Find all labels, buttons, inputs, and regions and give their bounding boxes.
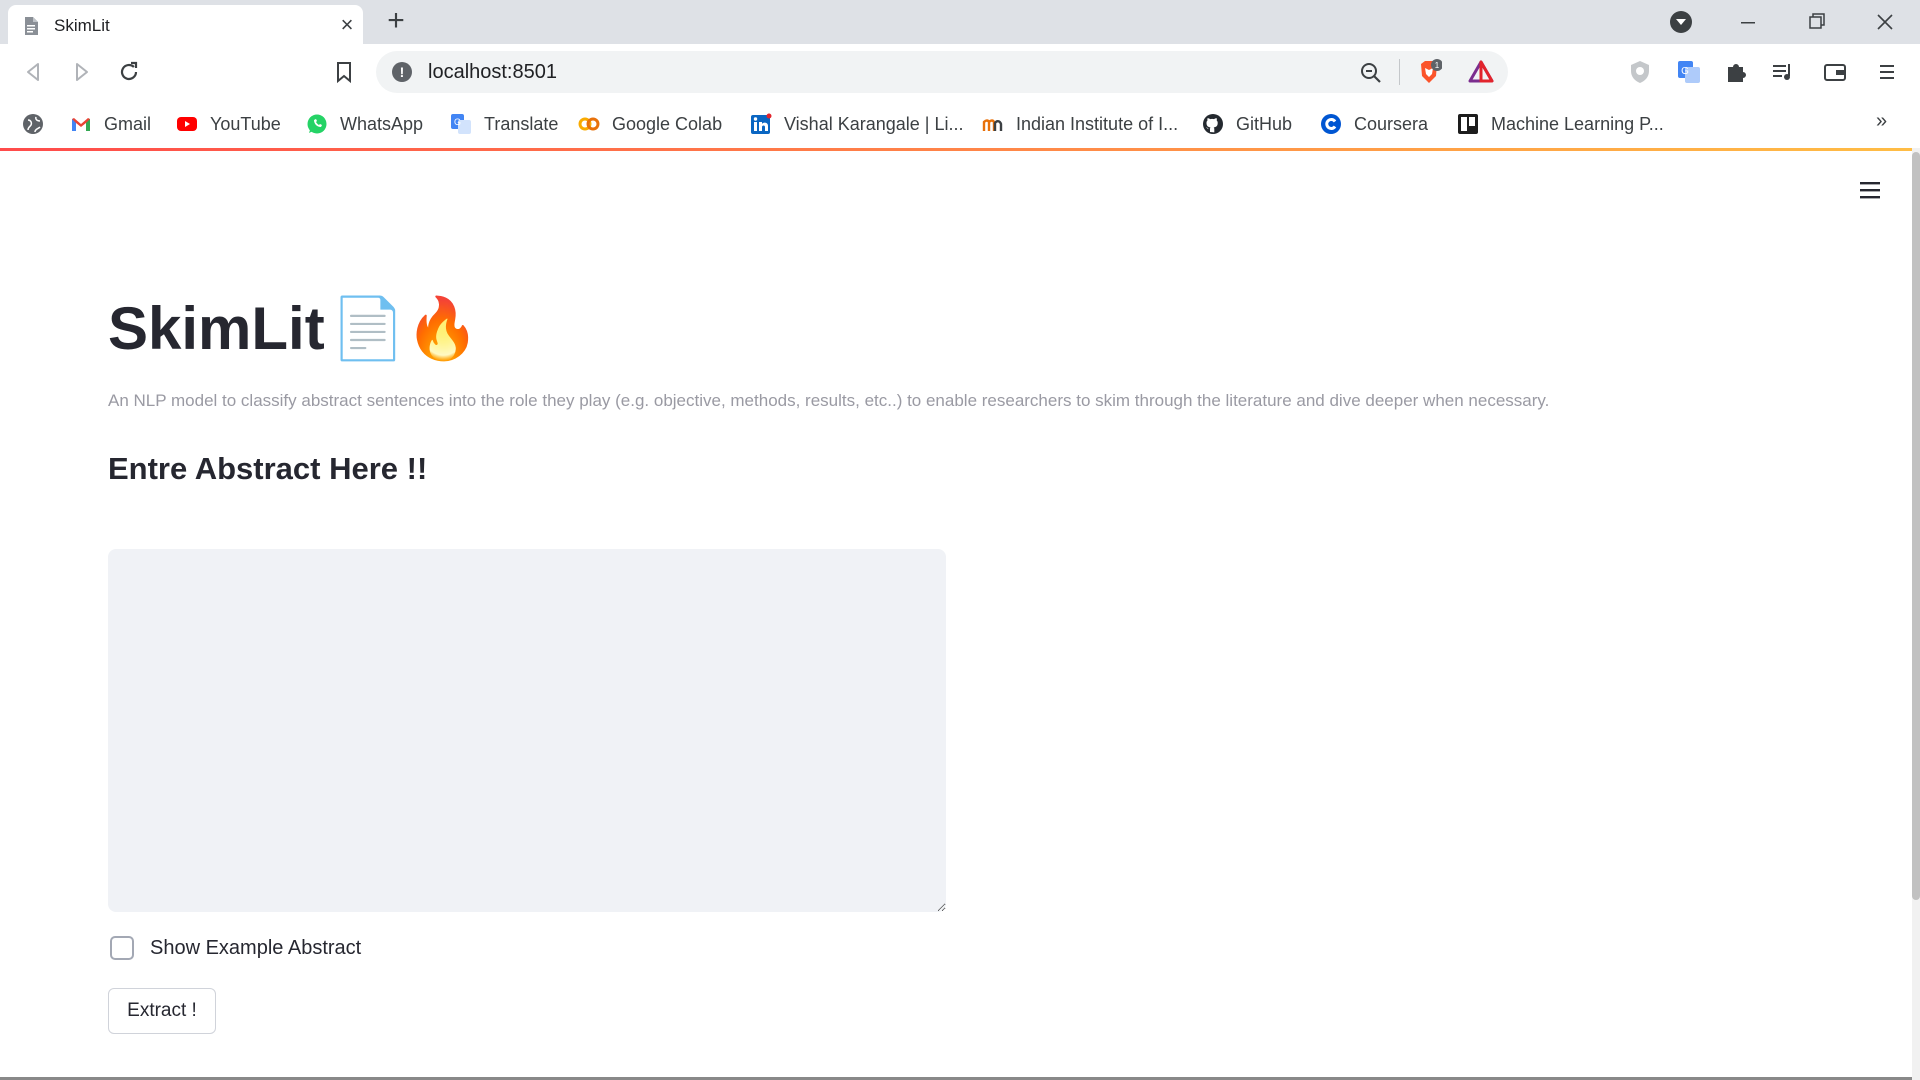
document-favicon-icon (25, 17, 38, 35)
tab-search-icon[interactable] (1666, 8, 1696, 36)
abstract-heading: Entre Abstract Here !! (108, 451, 428, 486)
bookmark-google-colab[interactable]: Google Colab (578, 110, 722, 138)
wallet-icon[interactable] (1822, 59, 1848, 85)
abstract-textarea[interactable] (108, 549, 946, 912)
extensions-puzzle-icon[interactable] (1724, 59, 1750, 85)
bookmark-linkedin[interactable]: Vishal Karangale | Li... (750, 110, 963, 138)
omnibox-separator (1399, 59, 1400, 85)
forward-icon[interactable] (67, 58, 95, 86)
bookmark-icon[interactable] (330, 58, 358, 86)
app-title-text: SkimLit (108, 295, 325, 362)
back-icon[interactable] (20, 58, 48, 86)
bookmark-label: YouTube (210, 113, 281, 134)
url-text[interactable]: localhost:8501 (428, 61, 557, 84)
app-menu-icon[interactable] (1858, 178, 1882, 202)
bookmark-github[interactable]: GitHub (1202, 110, 1292, 138)
bookmark-label: Translate (484, 113, 559, 134)
bookmark-label: Coursera (1354, 113, 1429, 134)
bookmark-label: Machine Learning P... (1491, 113, 1664, 134)
address-bar[interactable]: ! localhost:8501 1 (376, 51, 1508, 93)
bookmark-label: Google Colab (612, 113, 723, 134)
brave-badge-count: 1 (1435, 61, 1440, 70)
media-playlist-icon[interactable] (1770, 59, 1796, 85)
linkedin-icon (751, 113, 772, 134)
bookmark-label: Vishal Karangale | Li... (784, 113, 964, 134)
bookmark-gmail[interactable]: Gmail (70, 110, 151, 138)
svg-text:G: G (1681, 66, 1689, 77)
zoom-icon[interactable] (1359, 61, 1383, 85)
site-info-icon[interactable]: ! (392, 62, 412, 82)
bookmark-label: WhatsApp (340, 113, 424, 134)
shield-extension-icon[interactable] (1627, 59, 1653, 85)
tab-close-icon[interactable]: × (336, 14, 358, 36)
browser-toolbar: ! localhost:8501 1 G (0, 44, 1920, 100)
browser-tab[interactable]: SkimLit × (8, 5, 363, 44)
github-icon (1203, 114, 1223, 134)
google-translate-extension-icon[interactable]: G (1676, 59, 1702, 85)
show-example-checkbox[interactable] (110, 936, 134, 960)
bookmark-youtube[interactable]: YouTube (176, 110, 281, 138)
title-emoji: 📄🔥 (330, 295, 481, 362)
app-page: SkimLit 📄🔥 An NLP model to classify abst… (0, 151, 1912, 1080)
coursera-icon (1321, 114, 1341, 134)
app-description: An NLP model to classify abstract senten… (108, 391, 1550, 410)
tab-title: SkimLit (54, 16, 110, 35)
bookmark-whatsapp[interactable]: WhatsApp (306, 110, 423, 138)
bookmark-label: GitHub (1236, 113, 1293, 134)
page-title: SkimLit 📄🔥 (108, 293, 480, 364)
show-example-label: Show Example Abstract (150, 936, 362, 959)
scrollbar-thumb[interactable] (1912, 152, 1920, 900)
bookmark-translate[interactable]: G Translate (450, 110, 558, 138)
colab-icon (578, 117, 600, 131)
brave-rewards-icon[interactable] (1468, 59, 1494, 85)
new-tab-icon[interactable]: + (382, 6, 410, 36)
bookmark-machine-learning[interactable]: Machine Learning P... (1457, 110, 1664, 138)
globe-icon (23, 114, 43, 134)
institute-icon (982, 119, 1003, 131)
bookmark-label: Indian Institute of I... (1016, 113, 1179, 134)
svg-text:G: G (454, 117, 461, 127)
browser-menu-icon[interactable] (1874, 59, 1900, 85)
extract-button[interactable]: Extract ! (108, 988, 216, 1034)
translate-icon: G (451, 114, 471, 134)
gmail-icon (72, 118, 90, 131)
youtube-icon (177, 117, 197, 131)
tab-strip: SkimLit × + (0, 0, 1920, 44)
whatsapp-icon (307, 114, 327, 134)
bookmarks-bar: Gmail YouTube WhatsApp G Translate Googl… (0, 100, 1920, 148)
restore-icon[interactable] (1802, 8, 1832, 36)
bookmarks-overflow-icon[interactable]: » (1876, 110, 1887, 133)
bookmark-label: Gmail (104, 113, 152, 134)
trello-icon (1458, 114, 1478, 134)
bookmark-indian-institute[interactable]: Indian Institute of I... (982, 110, 1178, 138)
reload-icon[interactable] (115, 58, 143, 86)
show-example-checkbox-row[interactable]: Show Example Abstract (110, 936, 361, 960)
bookmark-coursera[interactable]: Coursera (1320, 110, 1428, 138)
apps-globe-bookmark[interactable] (22, 110, 56, 138)
close-window-icon[interactable] (1870, 8, 1900, 36)
brave-shields-icon[interactable]: 1 (1416, 59, 1442, 85)
minimize-icon[interactable] (1733, 8, 1763, 36)
